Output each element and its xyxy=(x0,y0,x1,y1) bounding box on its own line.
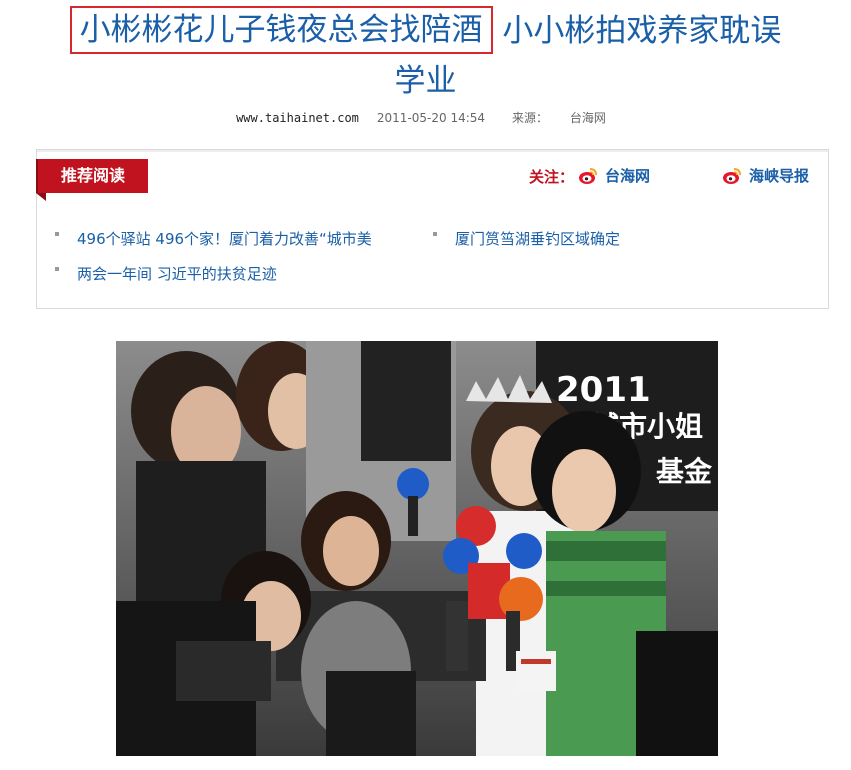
list-item[interactable]: 厦门筼筜湖垂钓区域确定 xyxy=(433,228,620,249)
tab-fold xyxy=(36,193,46,201)
weibo-account-name: 海峡导报 xyxy=(749,167,810,185)
publish-datetime: 2011-05-20 14:54 xyxy=(376,111,486,125)
source-name: 台海网 xyxy=(569,111,606,125)
banner-text-2011: 2011 xyxy=(556,370,651,410)
bullet-icon xyxy=(55,231,59,236)
title-highlight: 小彬彬花儿子钱夜总会找陪酒 xyxy=(69,6,493,54)
news-link[interactable]: 496个驿站 496个家！厦门着力改善“城市美 xyxy=(77,230,372,248)
article-title: 小彬彬花儿子钱夜总会找陪酒 小小彬拍戏养家耽误 学业 xyxy=(0,6,851,106)
bullet-icon xyxy=(433,231,437,236)
weibo-follow-haixia[interactable]: 海峡导报 xyxy=(722,165,809,186)
source-info: 来源： 台海网 xyxy=(503,111,615,125)
box-top-line xyxy=(37,150,828,152)
banner-text-fund: 基金 xyxy=(656,455,713,488)
source-label: 来源： xyxy=(512,111,549,125)
weibo-follow-taihainet[interactable]: 台海网 xyxy=(578,165,650,186)
list-item[interactable]: 两会一年间 习近平的扶贫足迹 xyxy=(55,263,277,284)
site-link[interactable]: www.taihainet.com xyxy=(236,111,359,125)
list-item[interactable]: 496个驿站 496个家！厦门着力改善“城市美 xyxy=(55,228,372,249)
weibo-icon xyxy=(722,166,742,186)
news-link[interactable]: 两会一年间 习近平的扶贫足迹 xyxy=(77,265,277,283)
article-meta: www.taihainet.com 2011-05-20 14:54 来源： 台海网 xyxy=(0,109,851,126)
title-rest: 小小彬拍戏养家耽误 xyxy=(502,13,782,49)
title-line-2: 学业 xyxy=(394,63,457,99)
news-link[interactable]: 厦门筼筜湖垂钓区域确定 xyxy=(455,230,620,248)
weibo-account-name: 台海网 xyxy=(605,167,651,185)
weibo-icon xyxy=(578,166,598,186)
photo-illustration: 2011 城市小姐 基金 xyxy=(116,341,718,756)
title-line-1: 小彬彬花儿子钱夜总会找陪酒 小小彬拍戏养家耽误 xyxy=(0,6,851,56)
follow-label: 关注： xyxy=(529,168,575,186)
recommend-tab[interactable]: 推荐阅读 xyxy=(36,159,148,193)
news-photo: 2011 城市小姐 基金 xyxy=(116,341,718,756)
bullet-icon xyxy=(55,266,59,271)
recommend-reading-box: 推荐阅读 关注： 台海网 海峡导报 496个驿站 496个家！厦门着力改善“城市… xyxy=(36,149,829,309)
